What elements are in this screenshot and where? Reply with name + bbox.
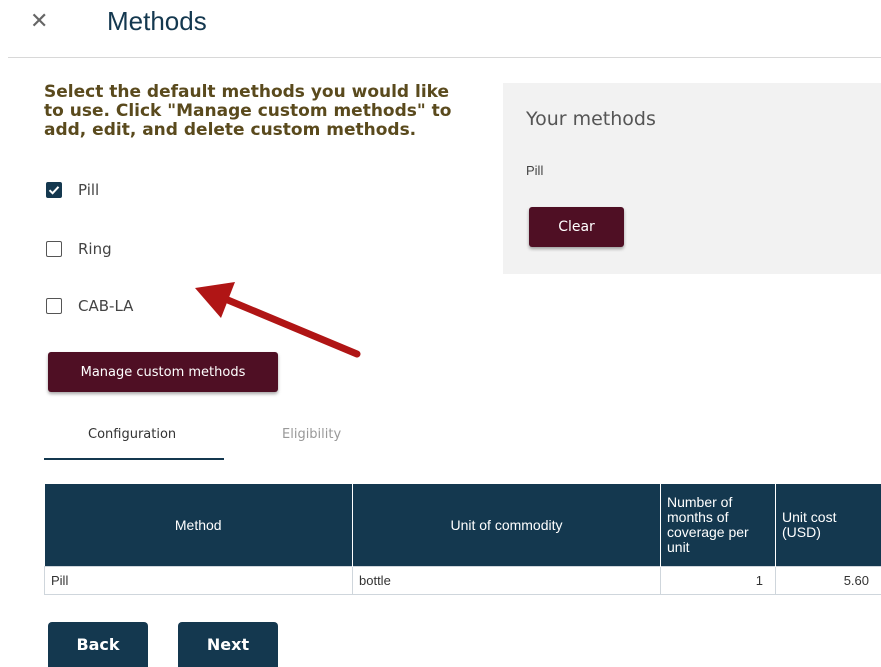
instructions-text: Select the default methods you would lik… [44,82,452,140]
header-divider [8,57,881,58]
column-header-months: Number of months of coverage per unit [660,484,776,567]
cell-cost[interactable]: 5.60 [775,566,881,595]
column-header-cost: Unit cost (USD) [775,484,881,567]
table-header-row: Method Unit of commodity Number of month… [44,484,881,567]
active-tab-indicator [44,458,224,460]
cell-months[interactable]: 1 [660,566,776,595]
method-label: CAB-LA [78,297,134,315]
tab-eligibility[interactable]: Eligibility [282,427,341,442]
tab-configuration[interactable]: Configuration [88,427,176,442]
next-button[interactable]: Next [178,622,278,667]
method-checkbox-ring[interactable]: Ring [46,240,112,258]
manage-custom-methods-button[interactable]: Manage custom methods [48,352,278,392]
column-header-unit: Unit of commodity [352,484,661,567]
table-row: Pill bottle 1 5.60 [44,566,881,595]
column-header-method: Method [44,484,353,567]
your-methods-item: Pill [526,163,544,178]
red-arrow-annotation-icon [195,282,361,358]
checkbox-unchecked-icon[interactable] [46,298,62,314]
back-button[interactable]: Back [48,622,148,667]
method-checkbox-cab-la[interactable]: CAB-LA [46,297,133,315]
clear-button[interactable]: Clear [529,207,624,247]
methods-table: Method Unit of commodity Number of month… [44,484,881,595]
cell-unit[interactable]: bottle [352,566,661,595]
checkbox-unchecked-icon[interactable] [46,241,62,257]
cell-method: Pill [44,566,353,595]
method-label: Ring [78,240,112,258]
method-label: Pill [78,181,100,199]
method-checkbox-pill[interactable]: Pill [46,181,99,199]
page-title: Methods [107,6,207,36]
your-methods-panel: Your methods Pill Clear [503,83,881,274]
your-methods-title: Your methods [526,108,656,130]
close-icon[interactable]: ✕ [30,10,48,32]
checkbox-checked-icon[interactable] [46,182,62,198]
